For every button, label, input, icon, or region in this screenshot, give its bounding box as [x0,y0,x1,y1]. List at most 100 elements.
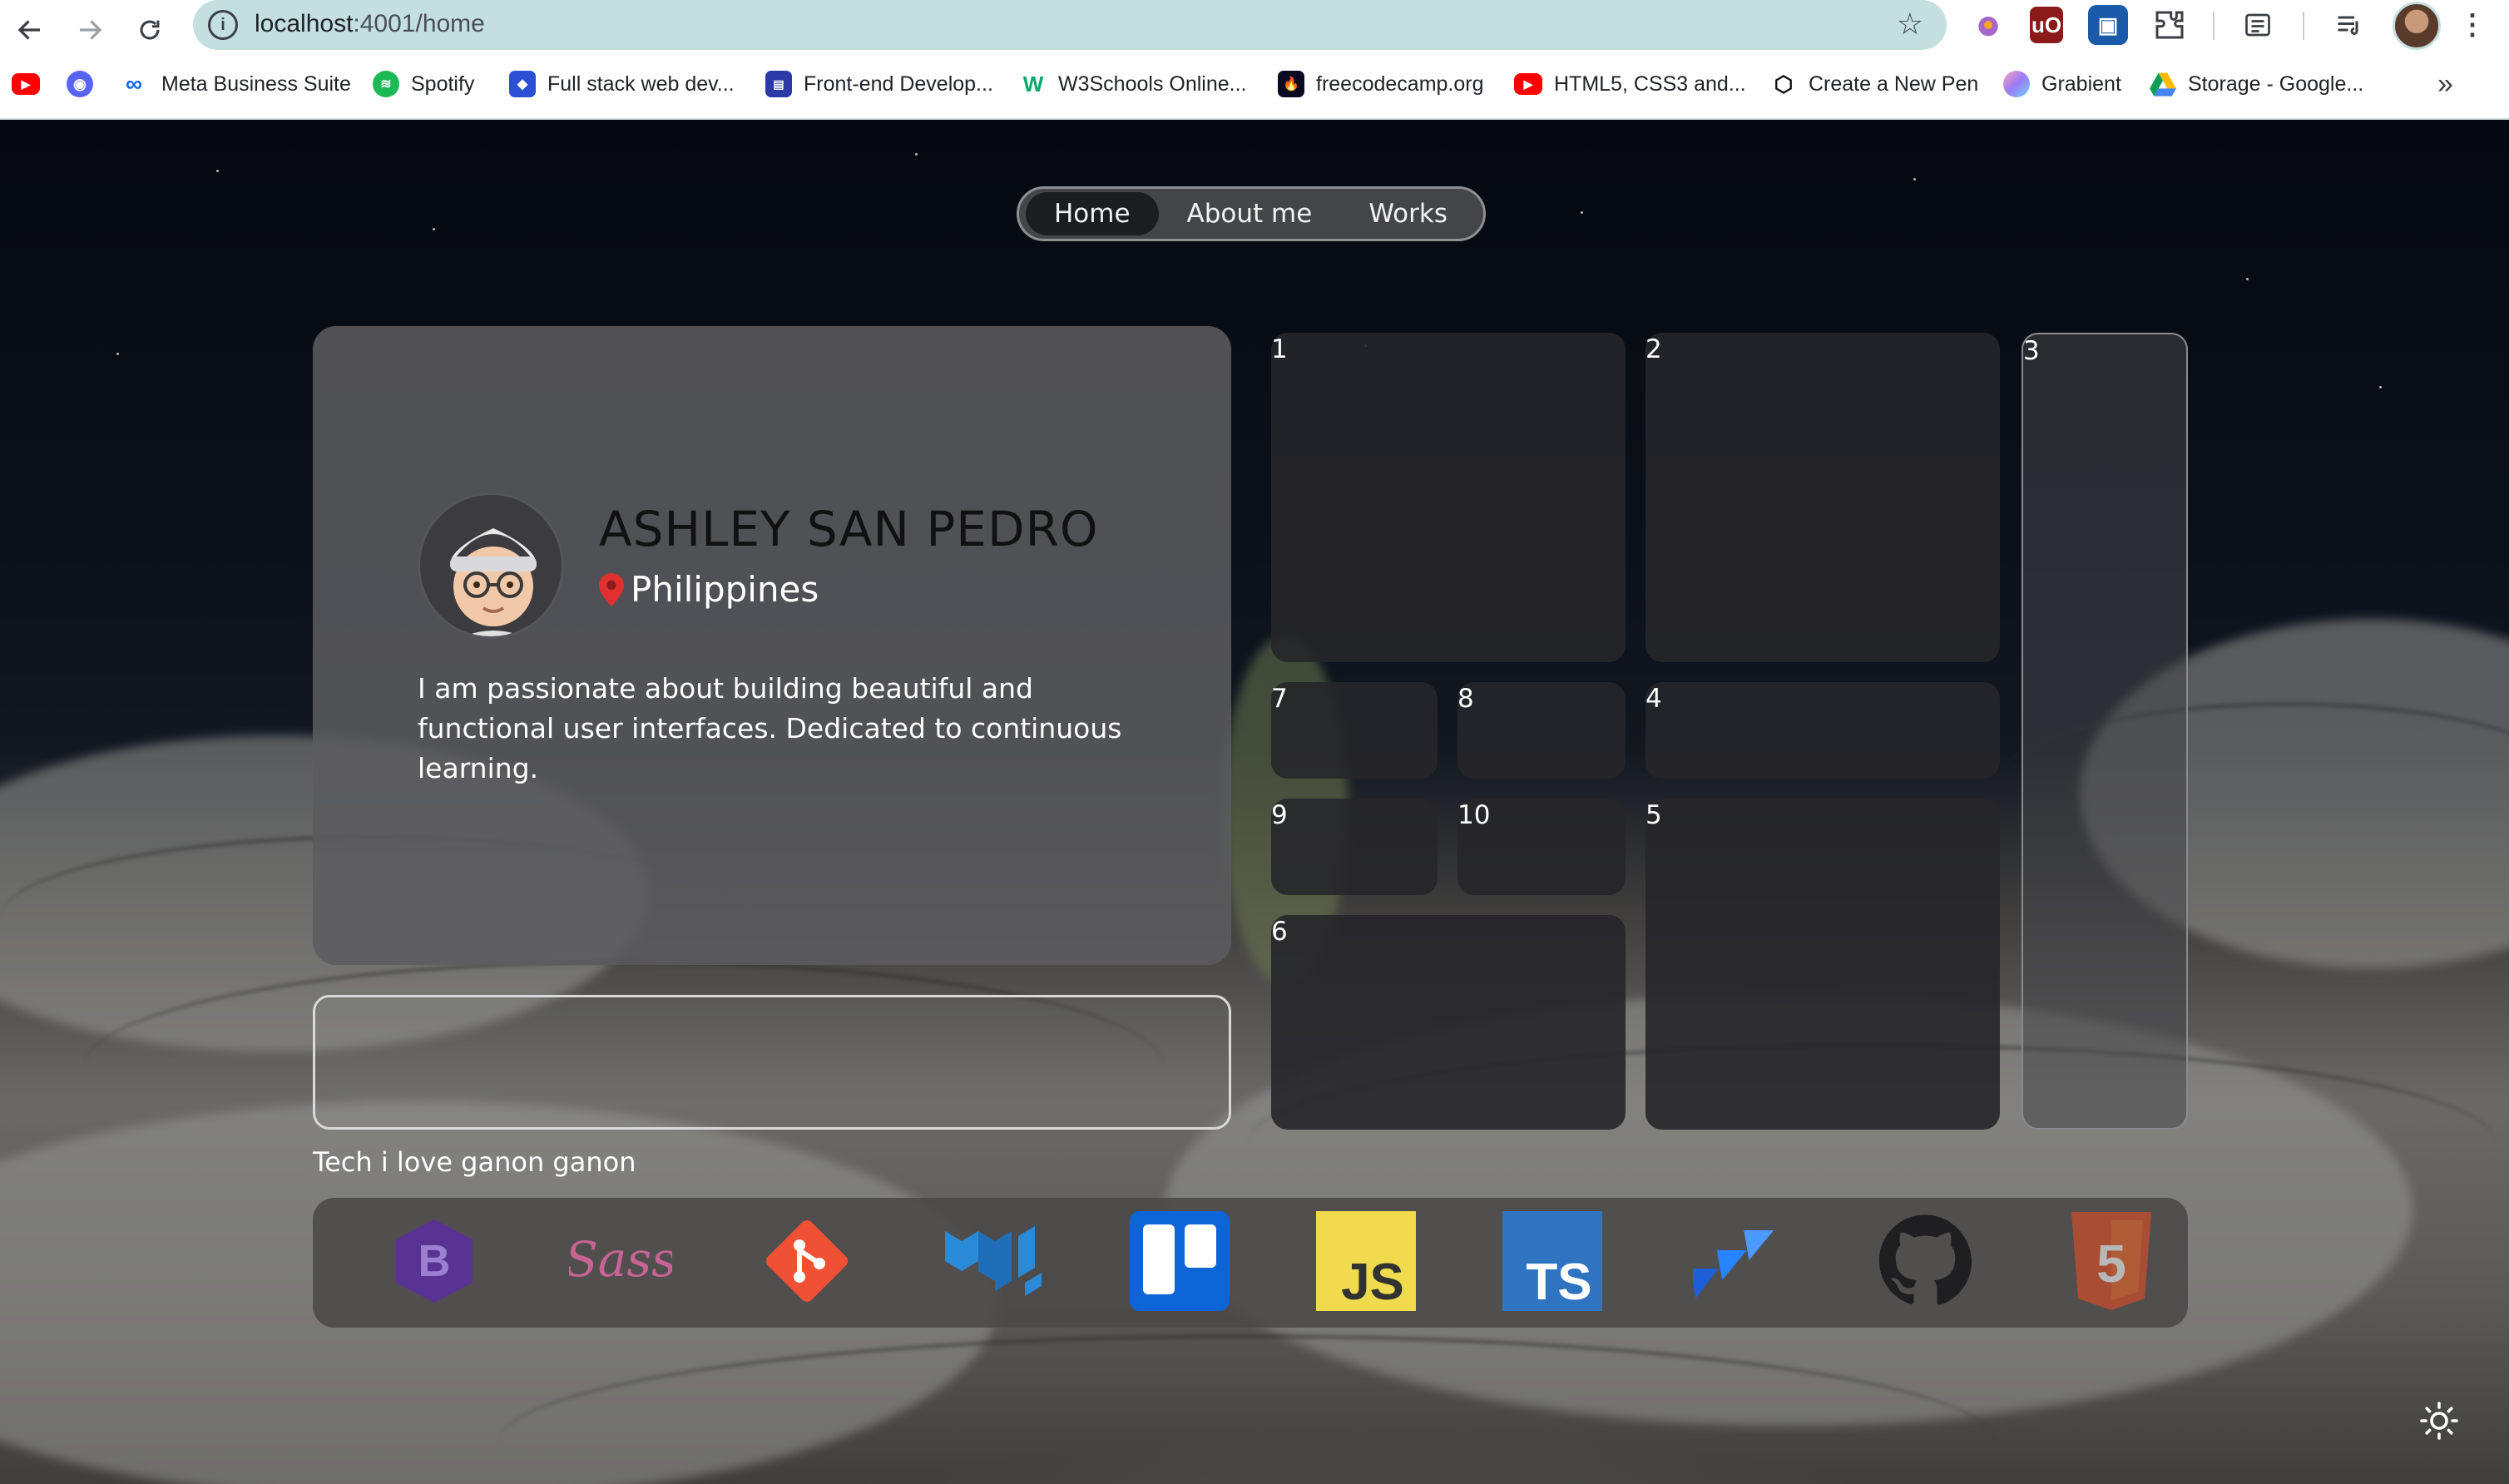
svg-text:TS: TS [1526,1254,1591,1311]
tile-10[interactable]: 10 [1457,799,1626,895]
location-text: Philippines [631,569,819,610]
tile-number: 10 [1457,800,1491,830]
tile-number: 4 [1645,684,1662,714]
theme-toggle-button[interactable] [2416,1397,2462,1444]
background-star [2246,278,2249,280]
tile-number: 5 [1645,800,1662,830]
sass-icon[interactable]: Sass [569,1209,672,1313]
w3schools-icon: W [1022,71,1044,96]
ublock-origin-icon[interactable]: uO [2030,7,2063,43]
background-star [1913,178,1916,181]
nav-about-me[interactable]: About me [1159,192,1341,235]
bookmark-label: Meta Business Suite [161,72,351,96]
bookmark-grabient[interactable]: Grabient [2003,63,2121,105]
tile-8[interactable]: 8 [1457,682,1626,779]
nav-works[interactable]: Works [1340,192,1476,235]
bookmark-label: Spotify [411,72,475,96]
sun-icon [2420,1402,2458,1440]
bootstrap-icon[interactable]: B [383,1209,486,1313]
extensions-puzzle-icon[interactable] [2150,5,2190,45]
background-star [2379,386,2382,388]
bookmark-create-new-pen[interactable]: ⬡ Create a New Pen [1770,63,1979,105]
toolbar-divider [2213,12,2215,40]
background-star [216,170,219,172]
youtube-icon: ▶ [1514,73,1542,95]
bookmark-label: Full stack web dev... [547,72,735,96]
extension-puzzle-bug-icon[interactable] [1968,5,2008,45]
forward-button[interactable] [67,7,113,53]
url-text[interactable]: localhost:4001/home [255,10,485,38]
portfolio-page: Home About me Works ASHLEY SAN PEDRO Phi… [0,120,2509,1484]
material-ui-icon[interactable] [942,1209,1045,1313]
bookmark-label: Front-end Develop... [804,72,993,96]
browser-chrome: i localhost:4001/home ☆ uO ▣ ⋮ ▶ ◉ ∞ Met… [0,0,2509,120]
bookmark-full-stack[interactable]: ◆ Full stack web dev... [509,63,735,105]
tile-number: 7 [1271,684,1288,714]
javascript-icon[interactable]: JS [1314,1209,1418,1313]
media-queue-icon[interactable] [2329,5,2369,45]
tile-9[interactable]: 9 [1271,799,1438,895]
typescript-icon[interactable]: TS [1501,1209,1604,1313]
avatar [418,492,564,639]
bookmark-spotify[interactable]: ≋ Spotify [373,63,474,105]
tile-2[interactable]: 2 [1645,333,2000,662]
address-bar[interactable]: i localhost:4001/home ☆ [193,0,1947,50]
tile-5[interactable]: 5 [1645,799,2000,1130]
tile-number: 9 [1271,800,1288,830]
bookmark-front-end[interactable]: ▤ Front-end Develop... [765,63,993,105]
browser-profile-avatar[interactable] [2393,2,2441,50]
svg-text:B: B [418,1236,451,1286]
tile-number: 2 [1645,334,1662,364]
reload-icon [140,20,160,40]
profile-card: ASHLEY SAN PEDRO Philippines I am passio… [313,326,1231,965]
more-bookmarks-button[interactable]: » [2437,63,2453,105]
dropbox-icon: ◆ [509,71,536,97]
grabient-icon [2003,71,2030,97]
tile-3[interactable]: 3 [2022,333,2188,1130]
bookmark-label: Create a New Pen [1809,72,1979,96]
trello-icon[interactable] [1128,1209,1231,1313]
background-star [116,353,119,355]
jira-icon[interactable] [1687,1209,1790,1313]
spotify-icon: ≋ [373,71,399,97]
tile-number: 8 [1457,684,1474,714]
profile-bio: I am passionate about building beautiful… [418,672,1122,784]
bookmark-youtube[interactable]: ▶ [12,63,52,105]
tile-number: 6 [1271,917,1288,947]
extension-blue-icon[interactable]: ▣ [2088,5,2128,45]
html5-icon[interactable]: 5 [2060,1209,2163,1313]
background-star [1581,211,1583,214]
git-icon[interactable] [755,1209,859,1313]
background-star [915,153,918,156]
freecodecamp-icon: 🔥 [1278,71,1304,97]
site-info-icon[interactable]: i [208,10,238,40]
arrow-right-icon [80,20,102,40]
empty-input-box[interactable] [313,995,1231,1130]
toolbar-divider [2303,12,2304,40]
star-icon[interactable]: ☆ [1897,7,1923,42]
bookmark-google-storage[interactable]: Storage - Google... [2150,63,2363,105]
meta-icon: ∞ [126,71,142,96]
svg-text:Sass: Sass [569,1231,672,1288]
kebab-menu-icon[interactable]: ⋮ [2452,5,2492,45]
reading-list-icon[interactable] [2238,5,2278,45]
nav-home[interactable]: Home [1026,192,1159,235]
github-icon[interactable] [1873,1209,1977,1313]
back-button[interactable] [7,7,53,53]
tech-stack-bar: B Sass JS TS 5 [313,1198,2188,1328]
bookmark-w3schools[interactable]: W W3Schools Online... [1020,63,1247,105]
svg-text:JS: JS [1341,1254,1404,1311]
google-drive-icon [2150,71,2176,97]
reload-button[interactable] [126,7,173,53]
bookmark-html5-css3[interactable]: ▶ HTML5, CSS3 and... [1514,63,1746,105]
tile-4[interactable]: 4 [1645,682,2000,779]
bookmarks-bar: ▶ ◉ ∞ Meta Business Suite ≋ Spotify ◆ Fu… [0,63,2509,105]
bookmark-meta-business-suite[interactable]: ∞ Meta Business Suite [118,63,351,105]
bookmark-freecodecamp[interactable]: 🔥 freecodecamp.org [1278,63,1484,105]
bookmark-discord[interactable]: ◉ [67,63,105,105]
tile-6[interactable]: 6 [1271,915,1626,1130]
tile-number: 1 [1271,334,1288,364]
tile-1[interactable]: 1 [1271,333,1626,662]
tile-7[interactable]: 7 [1271,682,1438,779]
bookmark-label: Grabient [2041,72,2121,96]
